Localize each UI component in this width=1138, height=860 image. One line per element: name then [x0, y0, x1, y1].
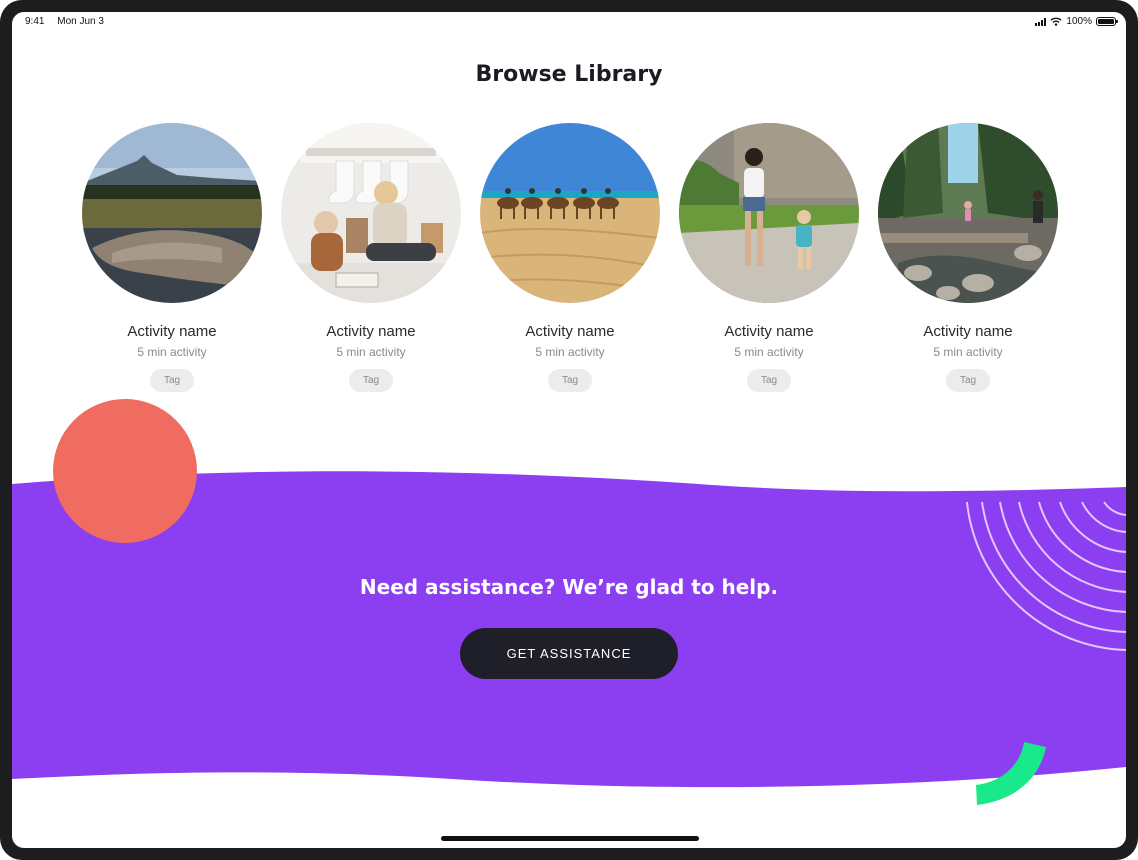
forest-creek-photo[interactable] [878, 123, 1058, 303]
activity-tag[interactable]: Tag [548, 369, 592, 392]
assistance-heading: Need assistance? We’re glad to help. [359, 575, 779, 599]
activity-name: Activity name [525, 323, 615, 340]
activity-card[interactable]: Activity name 5 min activity Tag [82, 123, 262, 392]
screen: 9:41 Mon Jun 3 100% Browse Library Activ… [12, 12, 1126, 848]
activity-duration: 5 min activity [734, 345, 804, 359]
page-title: Browse Library [475, 62, 663, 87]
decorative-green-arc [976, 742, 1046, 805]
home-indicator[interactable] [441, 836, 699, 841]
lake-mountain-photo[interactable] [82, 123, 262, 303]
status-date: Mon Jun 3 [57, 16, 104, 27]
activity-card[interactable]: Activity name 5 min activity Tag [281, 123, 461, 392]
activity-name: Activity name [326, 323, 416, 340]
status-bar: 9:41 Mon Jun 3 100% [12, 12, 1126, 32]
mother-son-walk-photo[interactable] [679, 123, 859, 303]
activity-card[interactable]: Activity name 5 min activity Tag [878, 123, 1058, 392]
activity-tag[interactable]: Tag [349, 369, 393, 392]
decorative-coral-circle [53, 399, 197, 543]
activity-tag[interactable]: Tag [747, 369, 791, 392]
mother-child-christmas-photo[interactable] [281, 123, 461, 303]
activity-name: Activity name [724, 323, 814, 340]
activity-tag[interactable]: Tag [946, 369, 990, 392]
activity-name: Activity name [923, 323, 1013, 340]
activity-list: Activity name 5 min activity Tag Activit… [82, 123, 1058, 392]
activity-tag[interactable]: Tag [150, 369, 194, 392]
battery-percent: 100% [1066, 16, 1092, 27]
tablet-frame: 9:41 Mon Jun 3 100% Browse Library Activ… [0, 0, 1138, 860]
activity-name: Activity name [127, 323, 217, 340]
activity-card[interactable]: Activity name 5 min activity Tag [480, 123, 660, 392]
status-time: 9:41 [25, 16, 45, 27]
cellular-signal-icon [1035, 17, 1047, 26]
activity-duration: 5 min activity [933, 345, 1003, 359]
camels-beach-photo[interactable] [480, 123, 660, 303]
activity-duration: 5 min activity [336, 345, 406, 359]
activity-card[interactable]: Activity name 5 min activity Tag [679, 123, 859, 392]
get-assistance-button[interactable]: GET ASSISTANCE [460, 628, 678, 679]
activity-duration: 5 min activity [137, 345, 207, 359]
battery-icon [1096, 17, 1118, 26]
activity-duration: 5 min activity [535, 345, 605, 359]
wifi-icon [1050, 17, 1062, 26]
